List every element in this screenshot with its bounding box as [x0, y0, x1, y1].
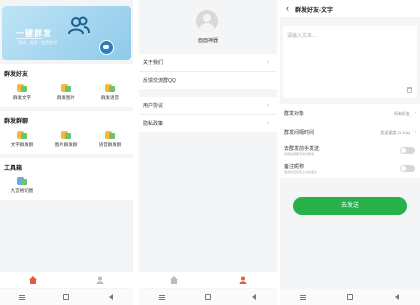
menu-feedback-qq[interactable]: 反馈交流群QQ [139, 72, 277, 89]
setting-label: 群发对象 [284, 111, 305, 117]
system-nav-bar [0, 289, 133, 305]
section-toolbox: 工具箱 九宫格切图 [0, 158, 133, 200]
section-title: 群发好友 [4, 72, 29, 78]
text-icon [17, 83, 27, 93]
grid-icon [17, 176, 27, 186]
feature-send-image[interactable]: 群发图片 [44, 83, 88, 101]
chevron-right-icon: › [266, 59, 269, 66]
menu-privacy-policy[interactable]: 隐私政策 › [139, 115, 277, 132]
remark-name-row: 备注昵称 发送时自动带上好友备注 [280, 160, 420, 178]
setting-value: 发送速度 (3-10s) [380, 130, 410, 135]
message-textarea[interactable]: 请输入文本... [283, 26, 417, 98]
promo-banner[interactable]: 一键群发 简单 · 高效 · 免费使用 [2, 6, 131, 60]
feature-voice-to-groups[interactable]: 语音群发群 [88, 130, 132, 148]
feature-send-voice[interactable]: 群发语音 [88, 83, 132, 101]
setting-description: 选择后需要手动去群发 [284, 152, 315, 156]
voice-icon [105, 83, 115, 93]
setting-label: 群发间隔时间 [284, 130, 315, 136]
feature-label: 群发语音 [101, 95, 119, 100]
back-button[interactable] [102, 293, 120, 302]
menu-label: 反馈交流群QQ [143, 78, 176, 84]
feature-label: 九宫格切图 [10, 188, 34, 193]
feature-label: 群发图片 [57, 95, 75, 100]
setting-value: 所有好友 [394, 111, 410, 116]
tab-bar [139, 272, 277, 288]
feature-send-text[interactable]: 群发文字 [0, 83, 44, 101]
menu-label: 关于我们 [143, 60, 164, 66]
section-group-friends: 群发好友 群发文字 群发图片 群发语音 [0, 64, 133, 107]
feature-image-to-groups[interactable]: 图片群发群 [44, 130, 88, 148]
profile-screen: 酉酉神器 关于我们 › 反馈交流群QQ 用户协议 › 隐私政策 › [139, 0, 277, 305]
manual-send-toggle[interactable] [400, 147, 415, 154]
system-nav-bar [280, 289, 420, 305]
banner-subtitle: 简单 · 高效 · 免费使用 [18, 40, 58, 45]
chevron-right-icon: › [266, 102, 269, 109]
text-icon [17, 130, 27, 140]
image-icon [61, 130, 71, 140]
home-button[interactable] [199, 293, 217, 302]
feature-text-to-groups[interactable]: 文字群发群 [0, 130, 44, 148]
feature-label: 图片群发群 [54, 142, 78, 147]
recent-apps-button[interactable] [13, 293, 31, 302]
page-title: 群发好友-文字 [295, 8, 333, 14]
feature-label: 群发文字 [13, 95, 31, 100]
group-users-icon [68, 16, 90, 35]
home-button[interactable] [57, 293, 75, 302]
recent-apps-button[interactable] [294, 293, 312, 302]
username: 酉酉神器 [197, 38, 218, 44]
menu-about[interactable]: 关于我们 › [139, 54, 277, 71]
profile-icon[interactable] [239, 276, 247, 284]
menu-user-agreement[interactable]: 用户协议 › [139, 97, 277, 114]
setting-description: 发送时自动带上好友备注 [284, 170, 318, 174]
chevron-right-icon: › [266, 120, 269, 127]
profile-icon[interactable] [96, 276, 104, 284]
back-button[interactable] [388, 293, 406, 302]
voice-icon [105, 130, 115, 140]
manual-send-row: 去群发前手发送 选择后需要手动去群发 [280, 142, 420, 160]
section-group-chats: 群发群聊 文字群发群 图片群发群 语音群发群 [0, 111, 133, 154]
system-nav-bar [139, 289, 277, 305]
settings-card: 群发对象 所有好友 › 群发间隔时间 发送速度 (3-10s) › 去群发前手发… [280, 104, 420, 178]
back-button[interactable] [245, 293, 263, 302]
setting-label: 备注昵称 [284, 164, 305, 170]
setting-label: 去群发前手发送 [284, 146, 320, 152]
image-icon [61, 83, 71, 93]
feature-nine-grid-cut[interactable]: 九宫格切图 [0, 176, 44, 194]
send-text-screen: ‹ 群发好友-文字 请输入文本... 群发对象 所有好友 › 群发间隔时间 发送… [280, 0, 420, 305]
menu-label: 隐私政策 [143, 121, 164, 127]
avatar[interactable] [196, 10, 218, 32]
header-bar: ‹ 群发好友-文字 [280, 0, 420, 17]
feature-label: 语音群发群 [98, 142, 122, 147]
chevron-right-icon: › [414, 129, 416, 135]
chevron-right-icon: › [414, 110, 416, 116]
interval-row[interactable]: 群发间隔时间 发送速度 (3-10s) › [280, 123, 420, 141]
banner-divider [16, 38, 42, 39]
menu-label: 用户协议 [143, 103, 164, 109]
section-title: 群发群聊 [4, 119, 29, 125]
tab-bar [0, 272, 133, 288]
home-screen: 一键群发 简单 · 高效 · 免费使用 群发好友 群发文字 群发图片 群发语音 [0, 0, 133, 305]
feature-label: 文字群发群 [10, 142, 34, 147]
home-icon[interactable] [29, 276, 38, 284]
back-arrow-icon[interactable]: ‹ [286, 3, 289, 13]
section-title: 工具箱 [4, 166, 23, 172]
home-icon[interactable] [169, 276, 178, 284]
textarea-placeholder: 请输入文本... [287, 33, 317, 39]
recent-apps-button[interactable] [153, 293, 171, 302]
home-button[interactable] [341, 293, 359, 302]
send-button[interactable]: 去发送 [293, 197, 407, 215]
trash-icon[interactable] [407, 87, 412, 93]
target-row[interactable]: 群发对象 所有好友 › [280, 104, 420, 122]
remark-name-toggle[interactable] [400, 165, 415, 172]
chat-bubble-icon [99, 40, 114, 55]
